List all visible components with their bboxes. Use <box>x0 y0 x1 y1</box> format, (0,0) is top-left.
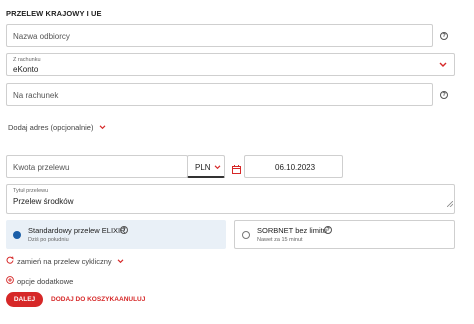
option-subtitle: Dziś po południu <box>28 237 69 243</box>
date-input[interactable]: 06.10.2023 <box>244 155 343 178</box>
option-title: Standardowy przelew ELIXIR <box>28 226 126 235</box>
add-address-toggle[interactable]: Dodaj adres (opcjonalnie) <box>8 123 106 132</box>
question-circle-icon[interactable]: ? <box>440 32 448 40</box>
option-subtitle: Nawet za 15 minut <box>257 237 303 243</box>
chevron-down-icon <box>99 125 106 130</box>
cyclic-label: zamień na przelew cykliczny <box>17 256 112 266</box>
recipient-name-input[interactable]: Nazwa odbiorcy <box>6 24 433 47</box>
amount-placeholder: Kwota przelewu <box>13 163 70 172</box>
add-to-cart-button[interactable]: DODAJ DO KOSZYKA <box>51 296 119 303</box>
transfer-type-option-sorbnet[interactable]: SORBNET bez limitu ? Nawet za 15 minut <box>234 220 455 249</box>
from-account-value: eKonto <box>13 65 39 74</box>
date-value: 06.10.2023 <box>275 163 316 172</box>
recipient-name-placeholder: Nazwa odbiorcy <box>13 32 70 41</box>
page-title: PRZELEW KRAJOWY I UE <box>6 9 102 18</box>
currency-value: PLN <box>195 163 211 172</box>
transfer-title-label: Tytuł przelewu <box>13 188 49 194</box>
radio-selected[interactable] <box>13 231 21 239</box>
radio-unselected[interactable] <box>242 231 250 239</box>
refresh-icon <box>6 256 14 266</box>
question-circle-icon[interactable]: ? <box>324 226 332 234</box>
to-account-placeholder: Na rachunek <box>13 91 59 100</box>
chevron-down-icon <box>439 62 447 68</box>
from-account-label: Z rachunku <box>13 57 41 63</box>
transfer-title-textarea[interactable]: Tytuł przelewu Przelew środków <box>6 184 455 214</box>
question-circle-icon[interactable]: ? <box>440 91 448 99</box>
currency-select[interactable]: PLN <box>187 155 225 178</box>
chevron-down-icon <box>214 165 221 170</box>
from-account-select[interactable]: Z rachunku eKonto <box>6 53 455 76</box>
to-account-input[interactable]: Na rachunek <box>6 83 433 106</box>
option-title: SORBNET bez limitu <box>257 226 327 235</box>
chevron-down-icon <box>117 258 124 264</box>
transfer-type-option-elixir[interactable]: Standardowy przelew ELIXIR ? Dziś po poł… <box>6 220 226 249</box>
cancel-button[interactable]: ANULUJ <box>119 296 145 303</box>
additional-options-label: opcje dodatkowe <box>17 276 74 286</box>
next-button[interactable]: DALEJ <box>6 292 43 307</box>
calendar-icon[interactable] <box>232 161 241 179</box>
amount-input[interactable]: Kwota przelewu <box>6 155 188 178</box>
question-circle-icon[interactable]: ? <box>120 226 128 234</box>
add-address-label: Dodaj adres (opcjonalnie) <box>8 123 94 132</box>
convert-to-cyclic-link[interactable]: zamień na przelew cykliczny <box>6 256 124 266</box>
transfer-title-value: Przelew środków <box>13 197 74 206</box>
additional-options-link[interactable]: opcje dodatkowe <box>6 276 73 286</box>
plus-circle-icon <box>6 276 14 286</box>
resize-handle-icon[interactable] <box>446 194 454 212</box>
